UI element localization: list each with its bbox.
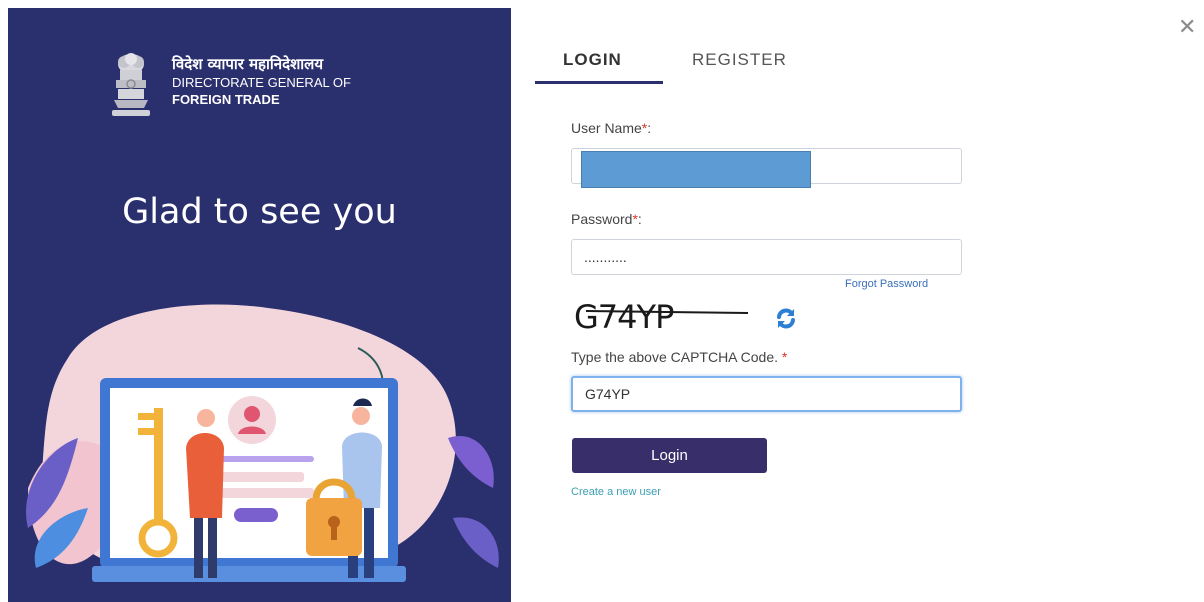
password-input[interactable]	[572, 240, 961, 274]
required-mark: *	[781, 349, 788, 365]
refresh-icon[interactable]	[771, 303, 801, 333]
captcha-image: G74YP	[574, 298, 749, 336]
tab-login[interactable]: LOGIN	[563, 50, 622, 70]
left-panel: विदेश व्यापार महानिदेशालय DIRECTORATE GE…	[8, 8, 511, 602]
captcha-label: Type the above CAPTCHA Code. *	[571, 349, 787, 365]
active-tab-indicator	[535, 81, 663, 84]
greeting-heading: Glad to see you	[122, 192, 397, 232]
brand-header: विदेश व्यापार महानिदेशालय DIRECTORATE GE…	[100, 52, 351, 120]
brand-line-1: DIRECTORATE GENERAL OF	[172, 75, 351, 90]
national-emblem-icon	[112, 53, 150, 116]
password-label: Password*:	[571, 211, 642, 227]
auth-tabs: LOGIN REGISTER	[535, 42, 965, 86]
captcha-field[interactable]	[571, 376, 962, 412]
password-label-text: Password	[571, 211, 633, 227]
login-illustration	[26, 304, 499, 582]
close-icon[interactable]: ✕	[1178, 16, 1196, 38]
label-colon: :	[637, 211, 642, 227]
captcha-label-text: Type the above CAPTCHA Code.	[571, 349, 778, 365]
create-new-user-link[interactable]: Create a new user	[571, 486, 661, 498]
redacted-username-overlay	[581, 151, 811, 188]
username-label: User Name*:	[571, 120, 651, 136]
brand-hindi-name: विदेश व्यापार महानिदेशालय	[172, 55, 324, 73]
password-field[interactable]	[571, 239, 962, 275]
forgot-password-link[interactable]: Forgot Password	[845, 278, 928, 290]
brand-line-2: FOREIGN TRADE	[172, 92, 280, 107]
tab-register[interactable]: REGISTER	[692, 50, 787, 70]
captcha-input[interactable]	[573, 378, 960, 410]
username-label-text: User Name	[571, 120, 642, 136]
label-colon: :	[647, 120, 652, 136]
captcha-text: G74YP	[574, 298, 674, 336]
login-button[interactable]: Login	[572, 438, 767, 473]
